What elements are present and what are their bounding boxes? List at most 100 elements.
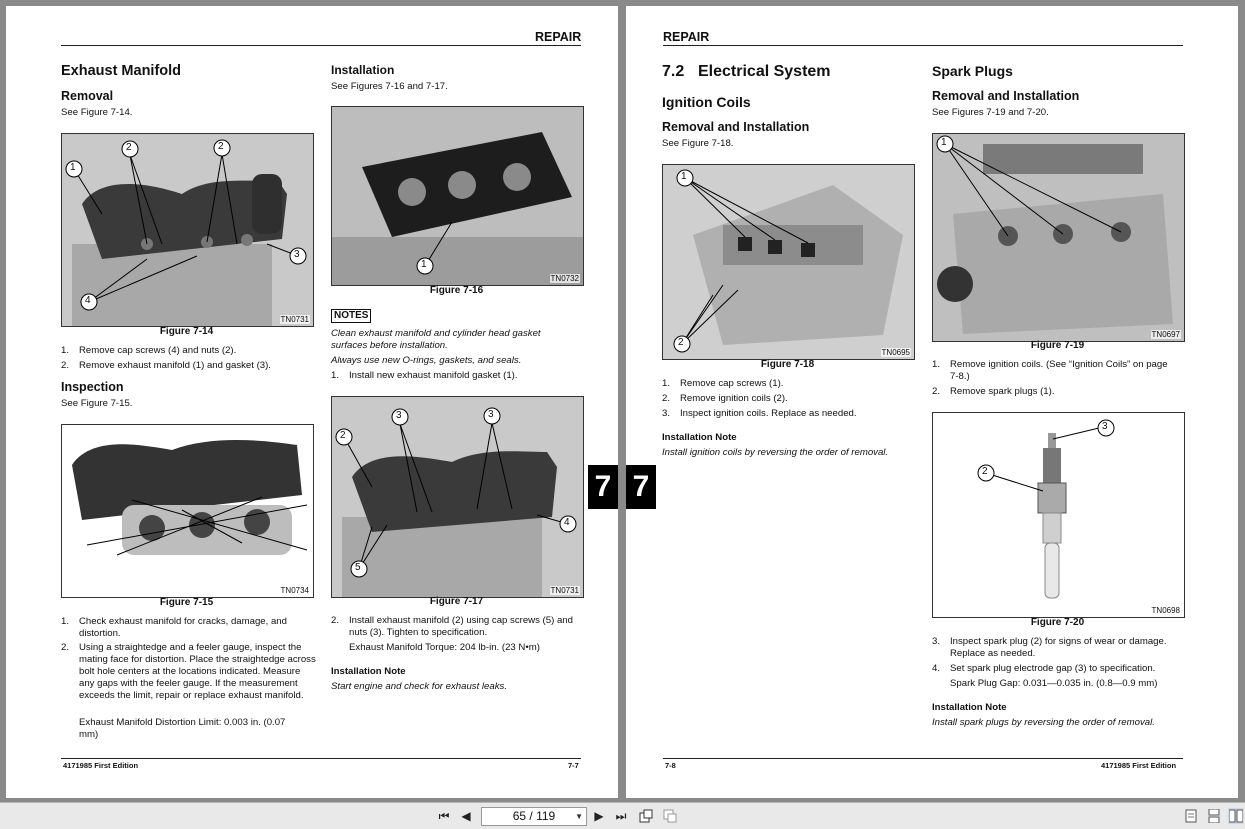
spark-plugs-illustration	[933, 134, 1184, 341]
figure-code: TN0731	[549, 586, 580, 595]
viewer-toolbar: ⏮ ◀ 65 / 119 ▼ ▶ ⏭	[0, 802, 1245, 829]
inspection-heading: Inspection	[61, 380, 124, 394]
spark-subheading: Removal and Installation	[932, 89, 1080, 103]
section-title: Exhaust Manifold	[61, 63, 182, 79]
footer-rule	[663, 758, 1183, 759]
ignition-subheading: Removal and Installation	[662, 120, 810, 134]
section-number: 7.2	[662, 63, 685, 80]
footer-rule	[61, 758, 581, 759]
figure-7-20-image: 3 2 TN0698	[932, 412, 1185, 618]
figure-code: TN0732	[549, 274, 580, 283]
header-rule	[663, 45, 1183, 46]
inspection-see: See Figure 7-15.	[61, 398, 133, 409]
installation-note-text: Start engine and check for exhaust leaks…	[331, 681, 507, 692]
last-page-icon[interactable]: ⏭	[613, 808, 629, 824]
note-text: Clean exhaust manifold and cylinder head…	[331, 328, 541, 351]
chapter-tab: 7	[588, 465, 618, 509]
callout-2: 2	[340, 430, 346, 441]
figure-7-17-image: 2 3 3 4 5 TN0731	[331, 396, 584, 598]
ignition-heading: Ignition Coils	[662, 94, 751, 110]
figure-7-14-image: 1 2 2 3 4 TN0731	[61, 133, 314, 327]
figure-7-19-image: 1 TN0697	[932, 133, 1185, 342]
manifold-distortion-illustration	[72, 440, 308, 556]
figure-7-18-image: 1 2 TN0695	[662, 164, 915, 360]
list-item: 2. Using a straightedge and a feeler gaug…	[61, 642, 316, 701]
callout-2: 2	[982, 466, 988, 477]
figure-7-14-caption: Figure 7-14	[159, 326, 214, 337]
engine-manifold-illustration	[62, 134, 313, 326]
callout-2: 2	[678, 337, 684, 348]
chevron-down-icon[interactable]: ▼	[575, 808, 583, 825]
installation-heading: Installation	[331, 63, 395, 77]
callout-1: 1	[70, 162, 76, 173]
list-item: 2. Install exhaust manifold (2) using cap…	[331, 615, 573, 638]
list-item: 1. Remove ignition coils. (See “Ignition …	[932, 359, 1168, 382]
spark-note-text: Install spark plugs by reversing the ord…	[932, 717, 1155, 728]
callout-3: 3	[1102, 421, 1108, 432]
callout-3: 3	[396, 410, 402, 421]
removal-see: See Figure 7-14.	[61, 107, 133, 118]
page-header: REPAIR	[535, 30, 582, 44]
torque-spec: Exhaust Manifold Torque: 204 lb-in. (23 …	[349, 642, 540, 653]
callout-2: 2	[218, 141, 224, 152]
header-rule	[61, 45, 581, 46]
first-page-icon[interactable]: ⏮	[436, 808, 452, 824]
manifold-installation-illustration	[332, 397, 583, 597]
figure-7-18-caption: Figure 7-18	[760, 359, 815, 370]
figure-7-15-caption: Figure 7-15	[159, 597, 214, 608]
single-page-view-icon[interactable]	[1183, 808, 1199, 824]
callout-1: 1	[681, 171, 687, 182]
page-number-value: 65 / 119	[512, 809, 556, 823]
ignition-note-heading: Installation Note	[662, 432, 737, 443]
spark-gap-spec: Spark Plug Gap: 0.031—0.035 in. (0.8—0.9…	[950, 678, 1158, 689]
next-page-icon[interactable]: ▶	[591, 808, 607, 824]
spark-heading: Spark Plugs	[932, 63, 1013, 79]
figure-7-20-caption: Figure 7-20	[1030, 617, 1085, 628]
section-title: Electrical System	[698, 63, 831, 80]
notes-label: NOTES	[331, 309, 372, 323]
figure-code: TN0731	[279, 315, 310, 324]
figure-code: TN0697	[1150, 330, 1181, 339]
ignition-coils-illustration	[663, 165, 914, 359]
figure-7-15-image: TN0734	[61, 424, 314, 598]
footer-page-number: 7-7	[568, 761, 579, 770]
list-item: 1. Check exhaust manifold for cracks, dam…	[61, 616, 287, 639]
footer-page-number: 7-8	[665, 761, 676, 770]
spark-see: See Figures 7-19 and 7-20.	[932, 107, 1049, 118]
note-text: Always use new O-rings, gaskets, and sea…	[331, 355, 522, 366]
page-number-field[interactable]: 65 / 119 ▼	[481, 807, 587, 826]
footer-edition: 4171985 First Edition	[1101, 761, 1177, 770]
list-item: 3. Inspect spark plug (2) for signs of we…	[932, 636, 1167, 659]
installation-see: See Figures 7-16 and 7-17.	[331, 81, 448, 92]
spark-note-heading: Installation Note	[932, 702, 1007, 713]
figure-code: TN0695	[880, 348, 911, 357]
go-back-icon[interactable]	[638, 808, 654, 824]
callout-4: 4	[85, 295, 91, 306]
go-forward-icon[interactable]	[662, 808, 678, 824]
figure-7-16-image: 1 TN0732	[331, 106, 584, 286]
callout-5: 5	[355, 562, 361, 573]
callout-2: 2	[126, 142, 132, 153]
ignition-see: See Figure 7-18.	[662, 138, 734, 149]
callout-1: 1	[421, 259, 427, 270]
installation-note-heading: Installation Note	[331, 666, 406, 677]
figure-code: TN0698	[1150, 606, 1181, 615]
page-header: REPAIR	[663, 30, 710, 44]
continuous-view-icon[interactable]	[1206, 808, 1222, 824]
removal-heading: Removal	[61, 89, 114, 103]
figure-7-17-caption: Figure 7-17	[429, 596, 484, 607]
distortion-spec: Exhaust Manifold Distortion Limit: 0.003…	[79, 717, 286, 740]
figure-7-19-caption: Figure 7-19	[1030, 340, 1085, 351]
chapter-tab: 7	[626, 465, 656, 509]
prev-page-icon[interactable]: ◀	[458, 808, 474, 824]
callout-3: 3	[294, 249, 300, 260]
callout-4: 4	[564, 517, 570, 528]
right-page: 7 REPAIR 7.2 Electrical System Ignition …	[626, 6, 1238, 798]
figure-code: TN0734	[279, 586, 310, 595]
footer-edition: 4171985 First Edition	[63, 761, 139, 770]
callout-3: 3	[488, 409, 494, 420]
gasket-installation-illustration	[332, 107, 583, 285]
spark-plug-illustration	[977, 419, 1115, 599]
facing-view-icon[interactable]	[1228, 808, 1244, 824]
callout-1: 1	[941, 137, 947, 148]
